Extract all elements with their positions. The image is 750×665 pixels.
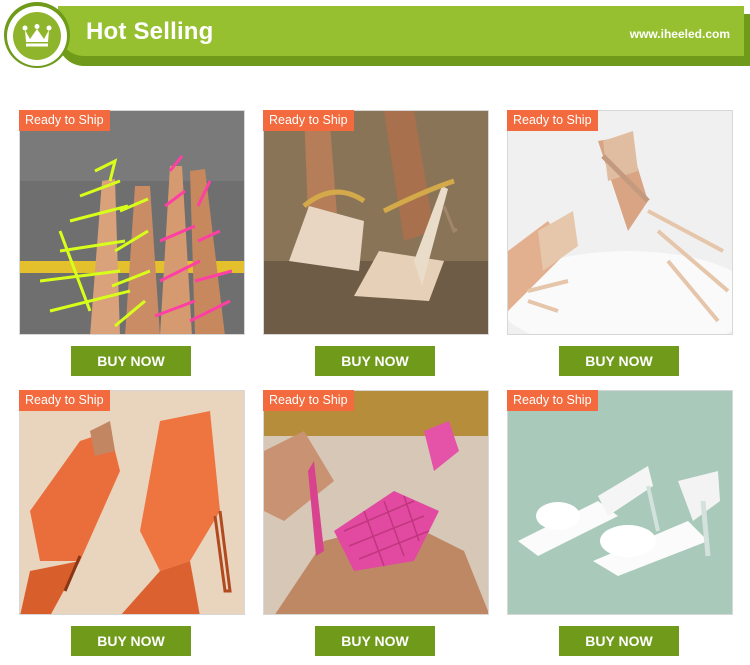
ready-to-ship-badge: Ready to Ship bbox=[507, 390, 598, 411]
buy-now-button[interactable]: BUY NOW bbox=[315, 626, 435, 656]
ready-to-ship-badge: Ready to Ship bbox=[507, 110, 598, 131]
product-image[interactable] bbox=[507, 390, 733, 615]
crown-icon bbox=[13, 12, 61, 60]
buy-now-button[interactable]: BUY NOW bbox=[559, 626, 679, 656]
ready-to-ship-badge: Ready to Ship bbox=[263, 110, 354, 131]
product-image[interactable] bbox=[507, 110, 733, 335]
buy-now-button[interactable]: BUY NOW bbox=[71, 626, 191, 656]
ready-to-ship-badge: Ready to Ship bbox=[263, 390, 354, 411]
buy-now-button[interactable]: BUY NOW bbox=[315, 346, 435, 376]
ready-to-ship-badge: Ready to Ship bbox=[19, 110, 110, 131]
buy-now-button[interactable]: BUY NOW bbox=[71, 346, 191, 376]
section-title: Hot Selling bbox=[86, 18, 214, 45]
product-image[interactable] bbox=[263, 110, 489, 335]
header-banner: Hot Selling www.iheeled.com bbox=[0, 0, 750, 70]
ready-to-ship-badge: Ready to Ship bbox=[19, 390, 110, 411]
product-image[interactable] bbox=[19, 110, 245, 335]
product-image[interactable] bbox=[263, 390, 489, 615]
product-image[interactable] bbox=[19, 390, 245, 615]
site-url: www.iheeled.com bbox=[629, 27, 730, 41]
buy-now-button[interactable]: BUY NOW bbox=[559, 346, 679, 376]
